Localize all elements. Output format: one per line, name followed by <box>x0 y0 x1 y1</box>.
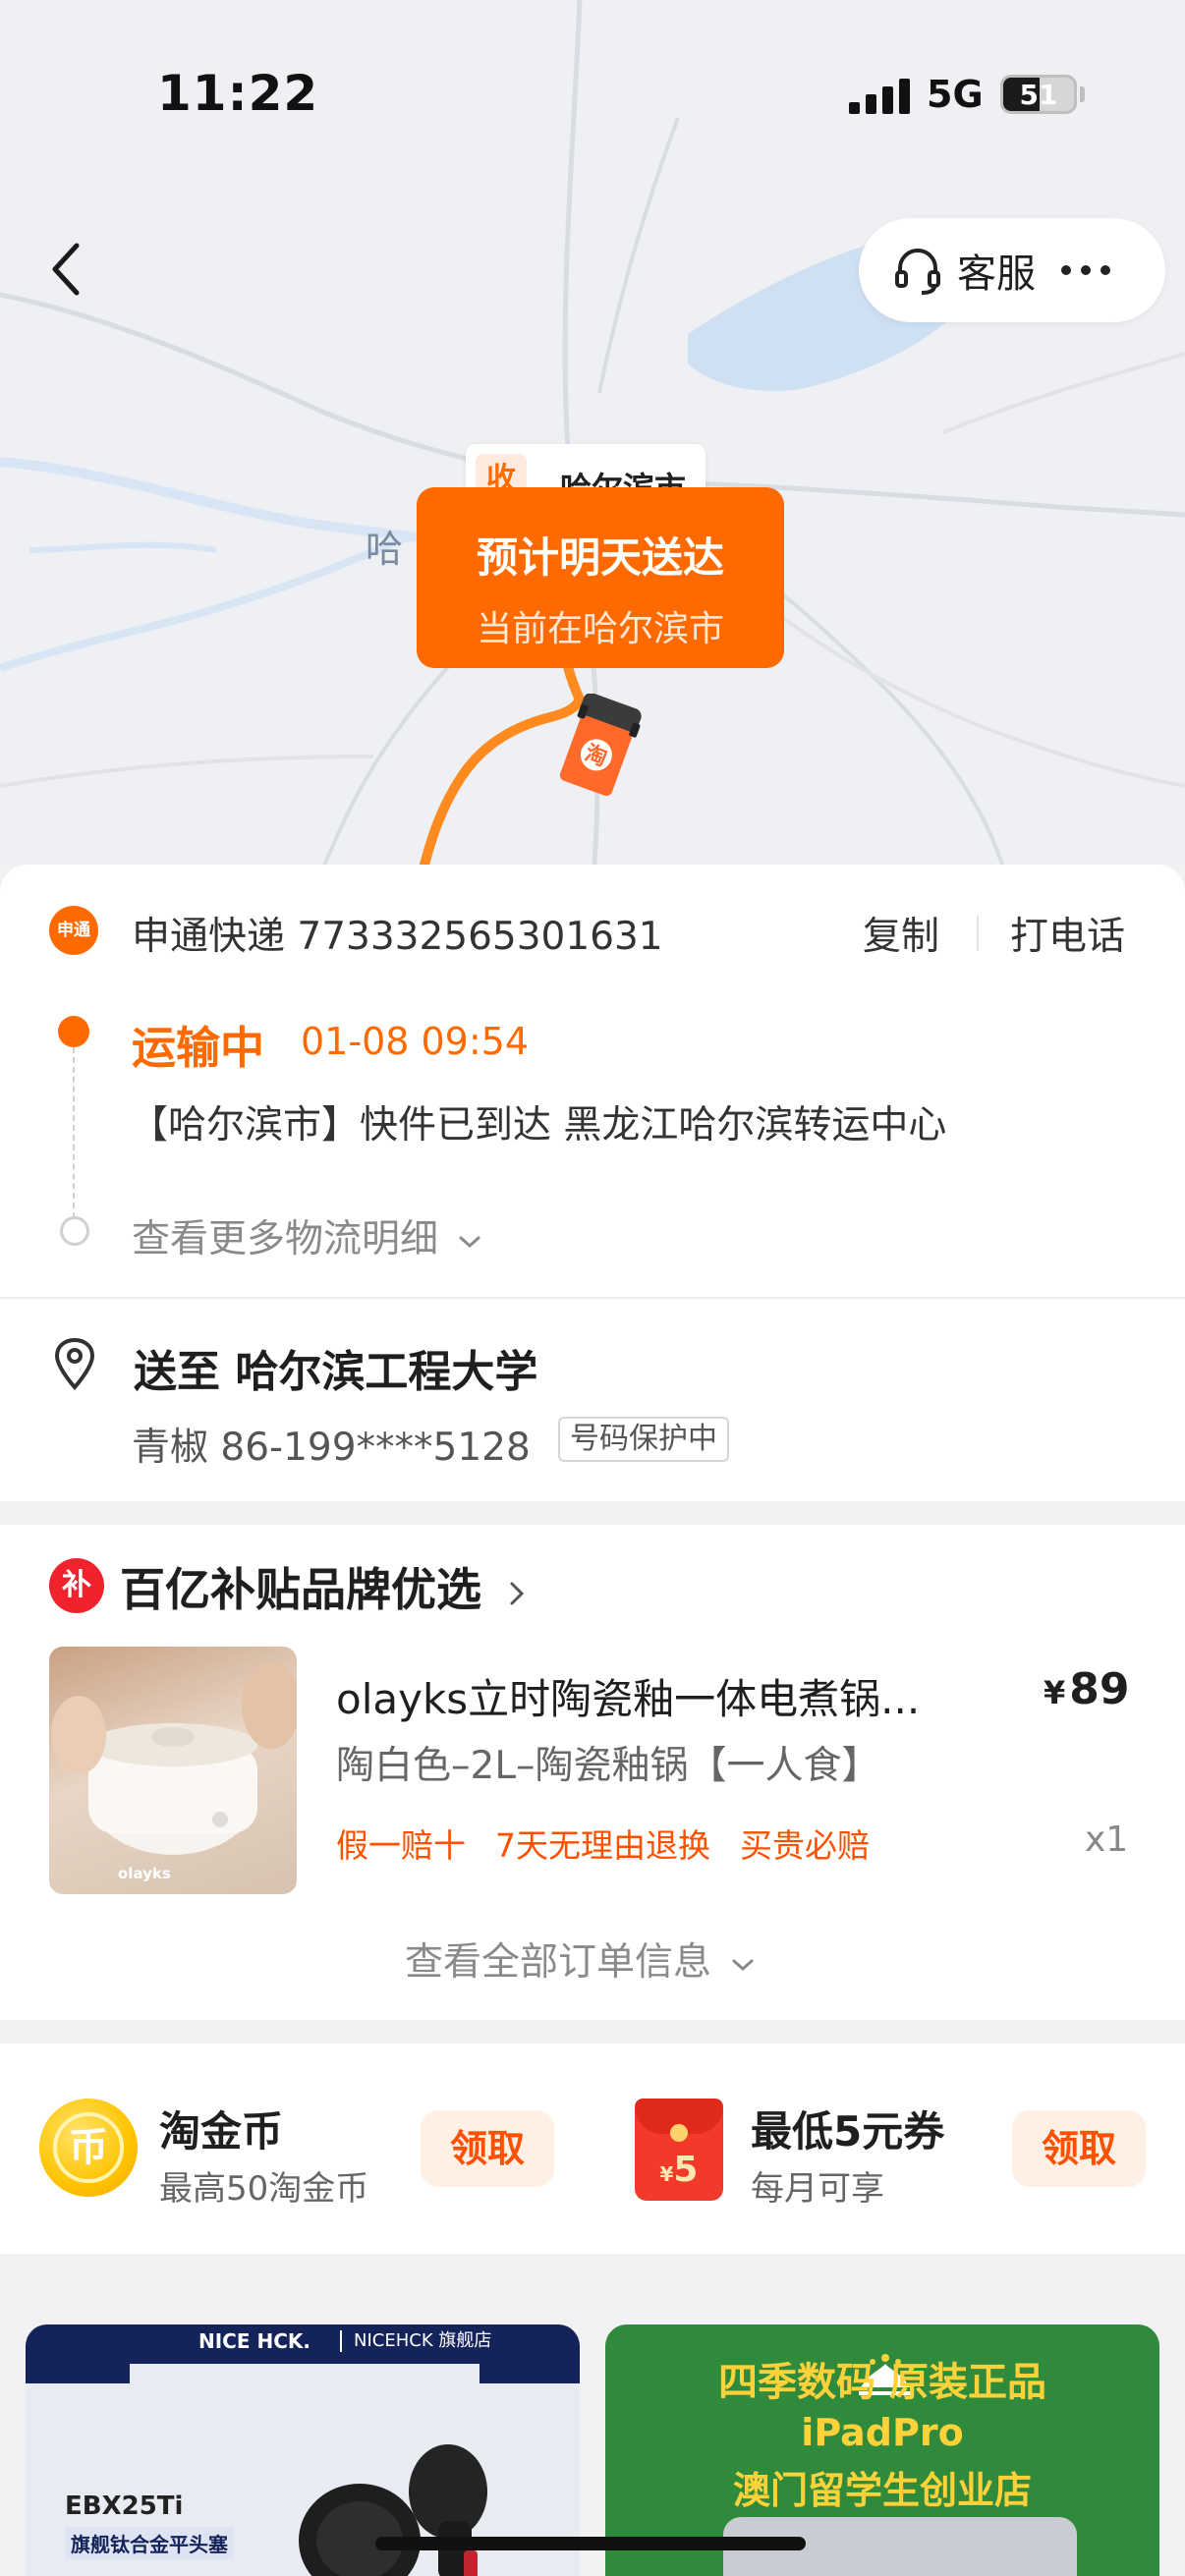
divider <box>0 1297 1185 1299</box>
headset-icon <box>895 248 940 295</box>
map-city-label: 哈 <box>366 528 404 571</box>
more-logistics-label: 查看更多物流明细 <box>132 1217 439 1261</box>
courier-tracking-number: 申通快递 773332565301631 <box>132 915 663 959</box>
chevron-down-icon <box>732 1959 754 1971</box>
earbud-image <box>299 2444 487 2576</box>
shipping-status-time: 01-08 09:54 <box>301 1020 530 1063</box>
status-bar: 11:22 5G 51 <box>0 0 1185 128</box>
battery-percent: 51 <box>1019 79 1058 111</box>
home-indicator[interactable] <box>375 2537 806 2550</box>
claim-coupon-button[interactable]: 领取 <box>1012 2110 1146 2187</box>
subsidy-icon: 补 <box>49 1558 104 1613</box>
cellular-signal-icon <box>849 79 910 114</box>
product-name[interactable]: olayks立时陶瓷釉一体电煮锅... <box>336 1666 965 1726</box>
timeline-line <box>73 1047 75 1218</box>
ad-headline: 四季数码 原装正品 <box>718 2360 1046 2405</box>
eta-bubble: 预计明天送达 当前在哈尔滨市 <box>417 487 784 668</box>
price-currency: ¥ <box>1044 1674 1066 1711</box>
delivery-truck-icon: 淘 <box>559 694 642 797</box>
location-pin-icon <box>54 1337 95 1390</box>
service-tag: 7天无理由退换 <box>495 1826 710 1865</box>
service-tag: 假一赔十 <box>336 1826 466 1865</box>
battery-tip <box>1080 86 1085 102</box>
ad-brand-logo: NICE HCK. <box>198 2329 310 2353</box>
service-tags: 假一赔十 7天无理由退换 买贵必赔 <box>336 1820 870 1867</box>
view-all-order-info-link[interactable]: 查看全部订单信息 <box>405 1932 757 1987</box>
subsidy-title-label: 百亿补贴品牌优选 <box>120 1563 481 1616</box>
coupon-subtitle: 每月可享 <box>751 2169 884 2209</box>
ad-model-name: EBX25Ti <box>65 2492 184 2521</box>
courier-logo: 申通 <box>49 906 98 955</box>
product-sku: 陶白色–2L–陶瓷釉锅【一人食】 <box>336 1744 880 1788</box>
ad-brand-store: NICEHCK 旗舰店 <box>340 2330 491 2352</box>
customer-service-label: 客服 <box>957 252 1036 297</box>
call-button[interactable]: 打电话 <box>1010 906 1125 961</box>
status-time: 11:22 <box>157 65 319 122</box>
coin-subtitle: 最高50淘金币 <box>159 2169 369 2209</box>
chevron-right-icon <box>510 1582 525 1604</box>
divider <box>977 916 979 951</box>
product-price: ¥89 <box>1044 1664 1130 1714</box>
product-quantity: x1 <box>1085 1820 1129 1860</box>
back-button[interactable] <box>35 234 94 305</box>
subsidy-section-title[interactable]: 百亿补贴品牌优选 <box>120 1554 529 1619</box>
copy-button[interactable]: 复制 <box>863 906 939 961</box>
ad-model-desc: 旗舰钛合金平头塞 <box>65 2527 234 2559</box>
eta-title: 预计明天送达 <box>476 533 724 582</box>
claim-coin-button[interactable]: 领取 <box>421 2110 554 2187</box>
chevron-down-icon <box>459 1236 480 1248</box>
map-view[interactable]: 11:22 5G 51 客服 哈 收 哈尔滨市 <box>0 0 1185 865</box>
more-options-icon[interactable] <box>1061 265 1110 275</box>
privacy-badge: 号码保护中 <box>558 1417 729 1462</box>
chevron-left-icon <box>52 243 80 296</box>
network-type: 5G <box>927 73 984 116</box>
red-packet-amount: ¥5 <box>659 2150 699 2190</box>
electric-pot-image: olayks <box>51 1662 297 1882</box>
battery-icon: 51 <box>1000 75 1077 114</box>
coin-symbol: 币 <box>53 2112 124 2183</box>
view-all-order-info-label: 查看全部订单信息 <box>405 1940 712 1985</box>
product-image[interactable]: olayks <box>49 1647 297 1894</box>
red-packet-coupon-icon: ¥5 <box>635 2099 723 2201</box>
eta-subtitle: 当前在哈尔滨市 <box>476 609 724 649</box>
coin-title: 淘金币 <box>159 2107 284 2156</box>
coupon-title: 最低5元券 <box>751 2107 945 2156</box>
ad-store-line: 澳门留学生创业店 <box>732 2469 1032 2512</box>
timeline-empty-dot <box>60 1216 89 1246</box>
delivery-address-title: 送至 哈尔滨工程大学 <box>134 1347 538 1397</box>
red-packet-seal <box>670 2124 688 2142</box>
shipping-status: 运输中 <box>132 1022 265 1074</box>
shipping-status-detail: 【哈尔滨市】快件已到达 黑龙江哈尔滨转运中心 <box>130 1103 947 1148</box>
recipient-contact: 青椒 86-199****5128 <box>132 1426 531 1470</box>
product-image-caption: olayks <box>118 1865 171 1882</box>
ad-header-notch <box>130 2364 480 2423</box>
more-logistics-link[interactable]: 查看更多物流明细 <box>132 1208 483 1263</box>
gold-coin-icon: 币 <box>39 2099 138 2197</box>
ad-product-line: iPadPro <box>801 2411 964 2454</box>
service-tag: 买贵必赔 <box>740 1826 870 1865</box>
price-value: 89 <box>1069 1664 1130 1714</box>
customer-service-button[interactable]: 客服 <box>859 218 1165 322</box>
timeline-active-dot <box>58 1016 89 1047</box>
